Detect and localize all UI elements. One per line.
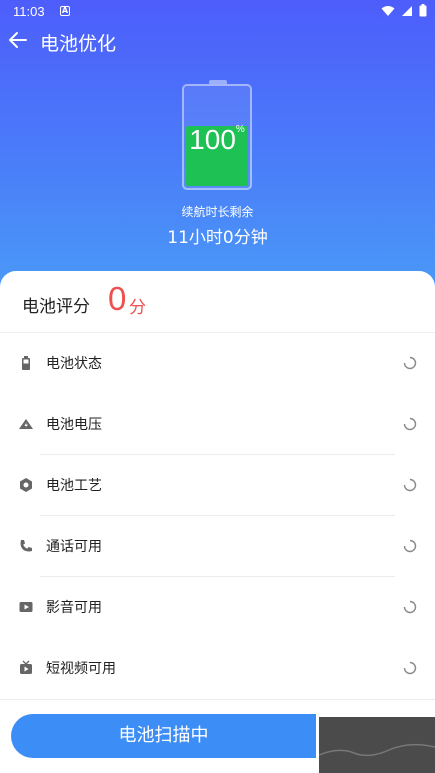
- status-battery-icon: [419, 4, 427, 17]
- check-item-label: 电池状态: [46, 356, 102, 372]
- battery-percent: 100%: [184, 124, 250, 156]
- remaining-time-label: 续航时长剩余: [181, 205, 254, 219]
- score-unit: 分: [129, 298, 146, 318]
- system-icons: [381, 4, 427, 17]
- battery-graphic: 100%: [182, 80, 252, 190]
- check-item-label: 电池电压: [46, 417, 102, 433]
- ad-wave-graphic: [318, 743, 435, 757]
- loading-spinner-icon: [403, 539, 417, 553]
- phone-icon: [20, 540, 32, 552]
- back-arrow-icon[interactable]: [6, 28, 30, 52]
- signal-icon: [402, 5, 412, 16]
- loading-spinner-icon: [403, 661, 417, 675]
- check-item-media: 影音可用: [0, 577, 435, 638]
- battery-percent-value: 100: [189, 124, 236, 155]
- hexagon-icon: [20, 478, 32, 492]
- battery-cap: [209, 80, 227, 84]
- status-time: 11:03: [13, 4, 45, 19]
- wifi-icon: [381, 5, 395, 16]
- notification-a-icon: A: [60, 6, 70, 16]
- check-item-battery-voltage: 电池电压: [0, 394, 435, 455]
- check-item-battery-status: 电池状态: [0, 333, 435, 394]
- tv-icon: [20, 660, 32, 674]
- check-item-label: 短视频可用: [46, 661, 116, 677]
- loading-spinner-icon: [403, 600, 417, 614]
- optimization-card: 电池评分 0 分 电池状态 电池电压 电池工艺 通话可用 影音可用 短视频可用: [0, 271, 435, 773]
- score-label: 电池评分: [22, 297, 90, 317]
- check-item-label: 通话可用: [46, 539, 102, 555]
- voltage-icon: [19, 419, 33, 429]
- loading-spinner-icon: [403, 356, 417, 370]
- scan-button[interactable]: 电池扫描中: [11, 714, 316, 758]
- score-row: 电池评分 0 分: [0, 271, 435, 333]
- loading-spinner-icon: [403, 417, 417, 431]
- app-bar: 电池优化: [0, 26, 435, 58]
- loading-spinner-icon: [403, 478, 417, 492]
- remaining-time-value: 11小时0分钟: [167, 228, 268, 248]
- score-value: 0: [108, 280, 127, 317]
- check-item-short-video: 短视频可用: [0, 638, 435, 699]
- ad-banner[interactable]: [318, 717, 435, 773]
- status-bar: 11:03 A: [0, 0, 435, 24]
- divider: [0, 699, 435, 700]
- check-item-call: 通话可用: [0, 516, 435, 577]
- battery-icon: [22, 356, 30, 370]
- check-item-label: 电池工艺: [46, 478, 102, 494]
- page-title: 电池优化: [40, 33, 117, 55]
- play-icon: [19, 602, 33, 612]
- check-item-label: 影音可用: [46, 600, 102, 616]
- battery-percent-unit: %: [235, 124, 245, 135]
- check-item-battery-process: 电池工艺: [0, 455, 435, 516]
